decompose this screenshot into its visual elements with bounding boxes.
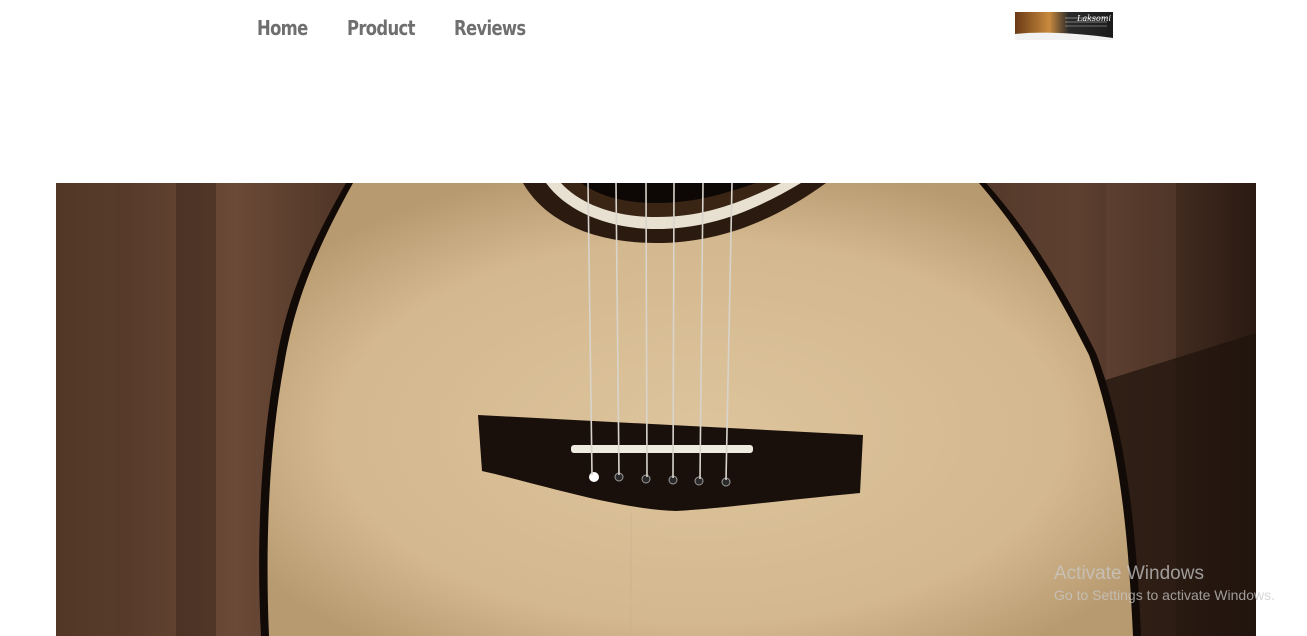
hero-video[interactable] bbox=[56, 183, 1256, 636]
nav-home-link[interactable]: Home bbox=[257, 14, 308, 42]
site-logo[interactable]: Laksomi bbox=[1015, 12, 1113, 40]
guitar-image bbox=[56, 183, 1256, 636]
logo-image: Laksomi bbox=[1015, 12, 1113, 40]
nav-product-link[interactable]: Product bbox=[347, 14, 415, 42]
page: Home Product Reviews Laksomi Activate Wi… bbox=[0, 0, 1307, 636]
svg-text:Laksomi: Laksomi bbox=[1076, 14, 1111, 23]
nav-reviews-link[interactable]: Reviews bbox=[454, 14, 526, 42]
